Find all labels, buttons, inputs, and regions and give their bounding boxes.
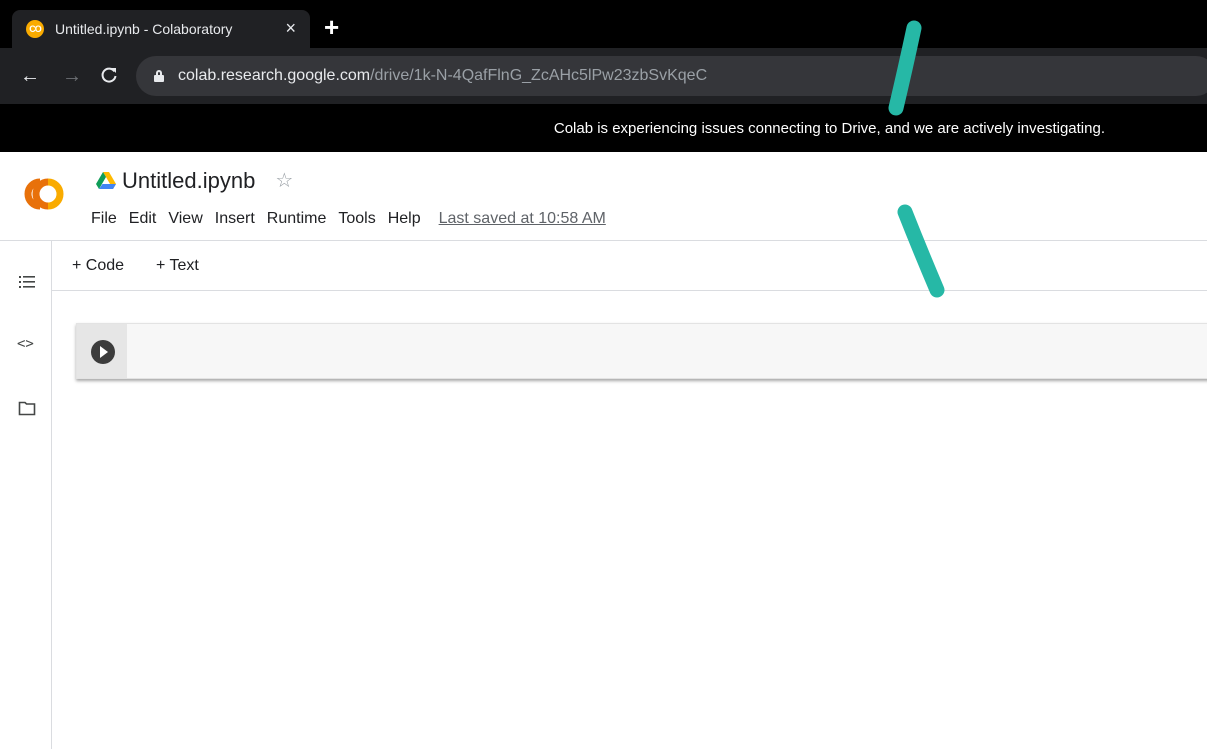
- colab-header: Untitled.ipynb ☆ File Edit View Insert R…: [0, 152, 1207, 240]
- menu-runtime[interactable]: Runtime: [267, 210, 327, 228]
- lock-icon[interactable]: [154, 70, 164, 82]
- menu-tools[interactable]: Tools: [338, 210, 375, 228]
- code-cell[interactable]: [76, 323, 1207, 379]
- menu-help[interactable]: Help: [388, 210, 421, 228]
- folder-icon[interactable]: [18, 399, 36, 417]
- url-path: /drive/1k-N-4QafFlnG_ZcAHc5lPw23zbSvKqeC: [370, 67, 708, 84]
- colab-logo-icon[interactable]: [18, 174, 70, 214]
- add-text-button[interactable]: + Text: [156, 257, 199, 275]
- browser-toolbar: ← → colab.research.google.com/drive/1k-N…: [0, 48, 1207, 104]
- url-host: colab.research.google.com: [178, 67, 371, 84]
- reload-glyph: [101, 67, 117, 83]
- browser-tab[interactable]: CO Untitled.ipynb - Colaboratory ×: [12, 10, 310, 48]
- banner-message: Colab is experiencing issues connecting …: [553, 119, 1105, 137]
- last-saved-link[interactable]: Last saved at 10:58 AM: [439, 210, 606, 228]
- doc-title-row: Untitled.ipynb ☆: [96, 168, 293, 194]
- left-sidebar: <>: [0, 241, 52, 749]
- run-cell-icon[interactable]: [91, 340, 115, 364]
- forward-arrow-icon[interactable]: →: [62, 66, 82, 86]
- code-snippets-icon[interactable]: <>: [17, 335, 35, 353]
- close-tab-icon[interactable]: ×: [285, 18, 296, 38]
- drive-issue-banner: Colab is experiencing issues connecting …: [0, 104, 1207, 152]
- google-drive-icon[interactable]: [96, 172, 116, 190]
- menu-edit[interactable]: Edit: [129, 210, 157, 228]
- notebook-title[interactable]: Untitled.ipynb: [122, 168, 255, 194]
- table-of-contents-icon[interactable]: [18, 273, 36, 291]
- menu-bar: File Edit View Insert Runtime Tools Help…: [91, 210, 606, 228]
- cell-editor[interactable]: [127, 324, 1207, 378]
- browser-chrome: CO Untitled.ipynb - Colaboratory × + ← →…: [0, 0, 1207, 152]
- menu-file[interactable]: File: [91, 210, 117, 228]
- add-code-button[interactable]: + Code: [72, 257, 124, 275]
- new-tab-button[interactable]: +: [324, 14, 339, 40]
- menu-view[interactable]: View: [168, 210, 202, 228]
- address-bar[interactable]: colab.research.google.com/drive/1k-N-4Qa…: [136, 56, 1207, 96]
- favicon-text: CO: [29, 24, 41, 34]
- menu-insert[interactable]: Insert: [215, 210, 255, 228]
- cell-gutter: [77, 324, 127, 378]
- notebook-toolbar: + Code + Text: [52, 241, 1207, 291]
- url-text: colab.research.google.com/drive/1k-N-4Qa…: [178, 67, 707, 85]
- star-icon[interactable]: ☆: [275, 171, 293, 191]
- colab-favicon-icon: CO: [26, 20, 44, 38]
- reload-icon[interactable]: [100, 66, 118, 88]
- back-arrow-icon[interactable]: ←: [20, 66, 40, 86]
- tab-title: Untitled.ipynb - Colaboratory: [55, 21, 233, 37]
